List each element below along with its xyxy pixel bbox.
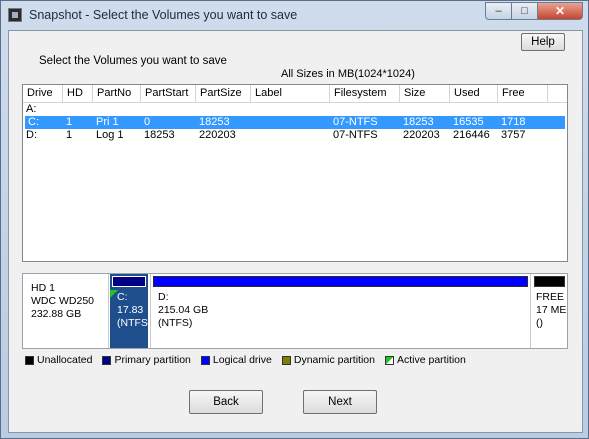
partition-d[interactable]: D: 215.04 GB (NTFS) — [150, 274, 531, 348]
volumes-prompt: Select the Volumes you want to save — [39, 55, 227, 67]
cell-partstart: 18253 — [144, 129, 175, 141]
column-header-used[interactable]: Used — [450, 85, 498, 102]
column-header-label[interactable]: Label — [251, 85, 330, 102]
dialog-client-area: Help Select the Volumes you want to save… — [8, 30, 583, 433]
legend-item-primary: Primary partition — [102, 353, 191, 367]
partition-letter: FREE — [536, 291, 565, 303]
volume-list-header: Drive HD PartNo PartStart PartSize Label… — [23, 85, 567, 103]
volume-rows: A: C: 1 Pri 1 0 18253 07-NTFS 18253 1653… — [23, 103, 567, 142]
partition-fs: () — [536, 317, 543, 329]
legend-label: Dynamic partition — [293, 354, 375, 366]
partition-fs: (NTFS — [117, 317, 148, 329]
caption-buttons: – □ ✕ — [485, 2, 583, 21]
disk-name: HD 1 — [31, 282, 55, 294]
back-button[interactable]: Back — [189, 390, 263, 414]
cell-hd: 1 — [66, 116, 73, 128]
close-button[interactable]: ✕ — [538, 2, 583, 20]
disk-capacity: 232.88 GB — [31, 308, 82, 320]
partition-size: 17.83 — [117, 304, 144, 316]
column-header-filesystem[interactable]: Filesystem — [330, 85, 400, 102]
table-row[interactable]: D: 1 Log 1 18253 220203 07-NTFS 220203 2… — [23, 129, 567, 142]
cell-partstart: 0 — [144, 116, 151, 128]
cell-filesystem: 07-NTFS — [333, 129, 378, 141]
window-title: Snapshot - Select the Volumes you want t… — [29, 8, 298, 22]
active-partition-icon — [384, 355, 394, 365]
app-icon — [8, 8, 22, 22]
volume-list[interactable]: Drive HD PartNo PartStart PartSize Label… — [22, 84, 568, 262]
cell-partsize: 220203 — [199, 129, 236, 141]
partition-size: 17 ME — [536, 304, 567, 316]
cell-size — [400, 103, 450, 116]
cell-drive: C: — [28, 116, 39, 128]
cell-used — [450, 103, 498, 116]
legend-label: Logical drive — [212, 354, 272, 366]
help-button[interactable]: Help — [521, 33, 565, 51]
disk-info: HD 1 WDC WD250 232.88 GB — [23, 274, 109, 348]
cell-label — [251, 116, 330, 129]
cell-partsize: 18253 — [199, 116, 230, 128]
cell-partstart — [141, 103, 196, 116]
cell-used: 216446 — [453, 129, 490, 141]
dynamic-swatch-icon — [281, 355, 291, 365]
maximize-button[interactable]: □ — [512, 2, 538, 20]
cell-partno: Log 1 — [96, 129, 124, 141]
partition-c-text: C: 17.83 (NTFS — [117, 291, 148, 330]
cell-size: 18253 — [403, 116, 434, 128]
partition-type-bar — [153, 276, 528, 287]
column-header-free[interactable]: Free — [498, 85, 548, 102]
disk-map: HD 1 WDC WD250 232.88 GB C: 17.83 (NTFS … — [22, 273, 568, 349]
column-header-partsize[interactable]: PartSize — [196, 85, 251, 102]
column-header-hd[interactable]: HD — [63, 85, 93, 102]
partition-c[interactable]: C: 17.83 (NTFS — [110, 274, 148, 348]
logical-swatch-icon — [200, 355, 210, 365]
column-header-drive[interactable]: Drive — [23, 85, 63, 102]
partition-fs: (NTFS) — [158, 317, 193, 329]
table-row-selected[interactable]: C: 1 Pri 1 0 18253 07-NTFS 18253 16535 1… — [25, 116, 565, 129]
cell-free: 3757 — [501, 129, 526, 141]
legend-label: Active partition — [396, 354, 466, 366]
column-header-partno[interactable]: PartNo — [93, 85, 141, 102]
partition-free-text: FREE 17 ME () — [536, 291, 566, 330]
column-header-partstart[interactable]: PartStart — [141, 85, 196, 102]
cell-filesystem — [330, 103, 400, 116]
snapshot-window: Snapshot - Select the Volumes you want t… — [0, 0, 589, 439]
primary-swatch-icon — [102, 355, 112, 365]
partition-d-text: D: 215.04 GB (NTFS) — [158, 291, 208, 330]
table-row[interactable]: A: — [23, 103, 567, 116]
cell-hd: 1 — [66, 129, 73, 141]
legend-item-logical: Logical drive — [200, 353, 272, 367]
cell-drive: A: — [26, 103, 37, 115]
cell-partno — [93, 103, 141, 116]
legend-item-active: Active partition — [384, 353, 466, 367]
cell-drive: D: — [26, 129, 37, 141]
partition-type-bar — [112, 276, 146, 287]
cell-label — [251, 129, 330, 142]
cell-label — [251, 103, 330, 116]
legend-item-unallocated: Unallocated — [25, 353, 92, 367]
cell-filesystem: 07-NTFS — [333, 116, 378, 128]
cell-partsize — [196, 103, 251, 116]
unallocated-swatch-icon — [25, 355, 34, 365]
cell-partno: Pri 1 — [96, 116, 119, 128]
column-header-size[interactable]: Size — [400, 85, 450, 102]
partition-letter: D: — [158, 291, 169, 303]
cell-free: 1718 — [501, 116, 526, 128]
legend-item-dynamic: Dynamic partition — [281, 353, 375, 367]
partition-legend: Unallocated Primary partition Logical dr… — [25, 353, 476, 367]
partition-type-bar — [534, 276, 565, 287]
partition-letter: C: — [117, 291, 128, 303]
cell-hd — [63, 103, 93, 116]
cell-used: 16535 — [453, 116, 484, 128]
partition-size: 215.04 GB — [158, 304, 209, 316]
next-button[interactable]: Next — [303, 390, 377, 414]
partition-free[interactable]: FREE 17 ME () — [532, 274, 567, 348]
disk-model: WDC WD250 — [31, 295, 95, 307]
title-bar[interactable]: Snapshot - Select the Volumes you want t… — [1, 1, 588, 29]
cell-size: 220203 — [403, 129, 440, 141]
legend-label: Unallocated — [37, 354, 93, 366]
minimize-button[interactable]: – — [485, 2, 512, 20]
legend-label: Primary partition — [114, 354, 191, 366]
sizes-note: All Sizes in MB(1024*1024) — [281, 68, 415, 80]
cell-free — [498, 103, 548, 116]
